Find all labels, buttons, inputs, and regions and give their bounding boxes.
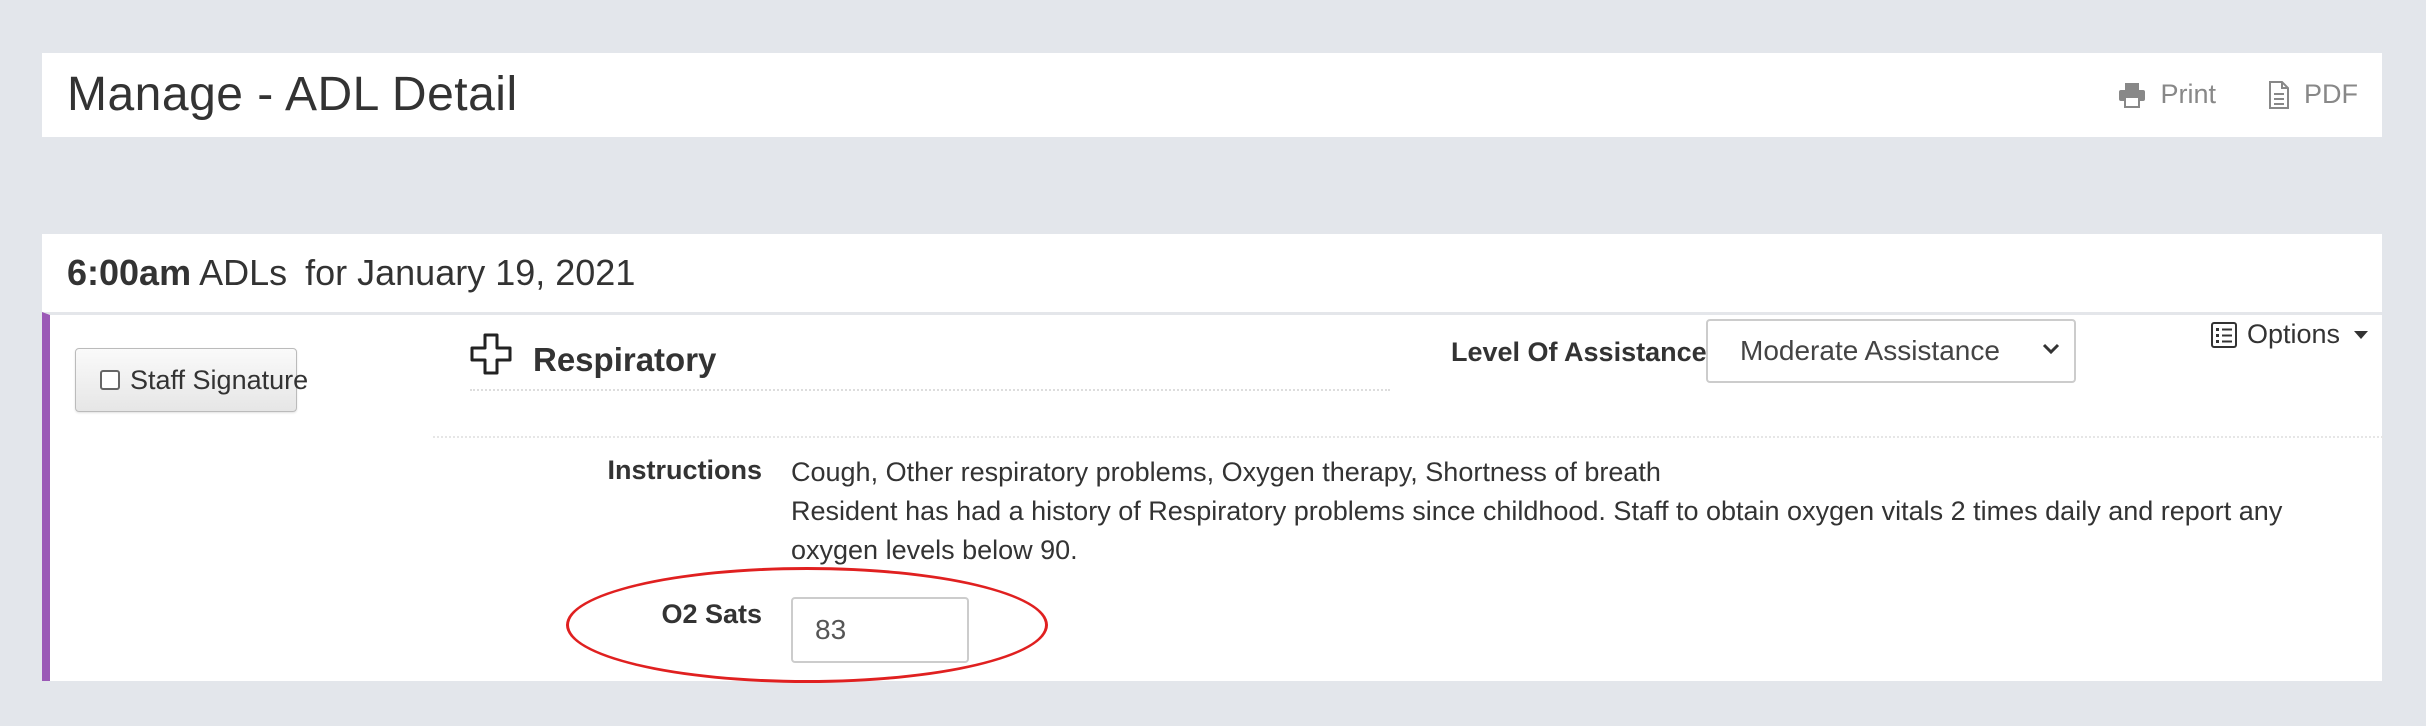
adl-body: Staff Signature Respiratory Level Of Ass… [42, 312, 2383, 681]
pdf-button[interactable]: PDF [2268, 79, 2358, 110]
section-header: Respiratory [470, 327, 1390, 391]
page-title: Manage - ADL Detail [67, 68, 518, 121]
print-button[interactable]: Print [2118, 79, 2216, 110]
staff-signature-checkbox[interactable] [100, 370, 120, 390]
staff-signature-button[interactable]: Staff Signature [75, 348, 308, 412]
document-icon [2269, 80, 2289, 109]
chevron-down-icon [2042, 343, 2060, 355]
instructions-text: Cough, Other respiratory problems, Oxyge… [791, 453, 2371, 570]
instructions-line: Resident has had a history of Respirator… [791, 496, 2283, 565]
o2-sats-input[interactable] [791, 597, 969, 663]
print-label: Print [2160, 79, 2216, 109]
adl-label: ADLs [199, 252, 288, 293]
instructions-label: Instructions [607, 455, 762, 485]
adl-heading: 6:00am ADLs for January 19, 2021 [67, 252, 635, 294]
header-actions: Print PDF [2118, 79, 2358, 110]
printer-icon [2119, 82, 2146, 108]
options-label: Options [2246, 319, 2340, 349]
caret-down-icon [2354, 330, 2368, 339]
adl-date: for January 19, 2021 [305, 252, 636, 293]
o2-sats-label: O2 Sats [661, 599, 762, 629]
staff-signature-label: Staff Signature [130, 364, 309, 395]
adl-card: 6:00am ADLs for January 19, 2021 Staff Sig… [42, 234, 2383, 681]
options-button[interactable]: Options [2210, 319, 2368, 350]
pdf-label: PDF [2304, 79, 2358, 109]
level-of-assistance-label: Level Of Assistance: [1451, 337, 1716, 367]
instructions-line: Cough, Other respiratory problems, Oxyge… [791, 457, 1661, 487]
list-icon [2210, 321, 2237, 348]
page-header: Manage - ADL Detail Print PDF [42, 53, 2382, 137]
divider [433, 436, 2383, 438]
section-title: Respiratory [533, 341, 717, 378]
cross-outline-icon [470, 333, 512, 375]
adl-time: 6:00am [67, 252, 192, 293]
level-of-assistance-select[interactable]: Moderate Assistance [1706, 319, 2076, 383]
level-of-assistance-value: Moderate Assistance [1740, 335, 2000, 366]
